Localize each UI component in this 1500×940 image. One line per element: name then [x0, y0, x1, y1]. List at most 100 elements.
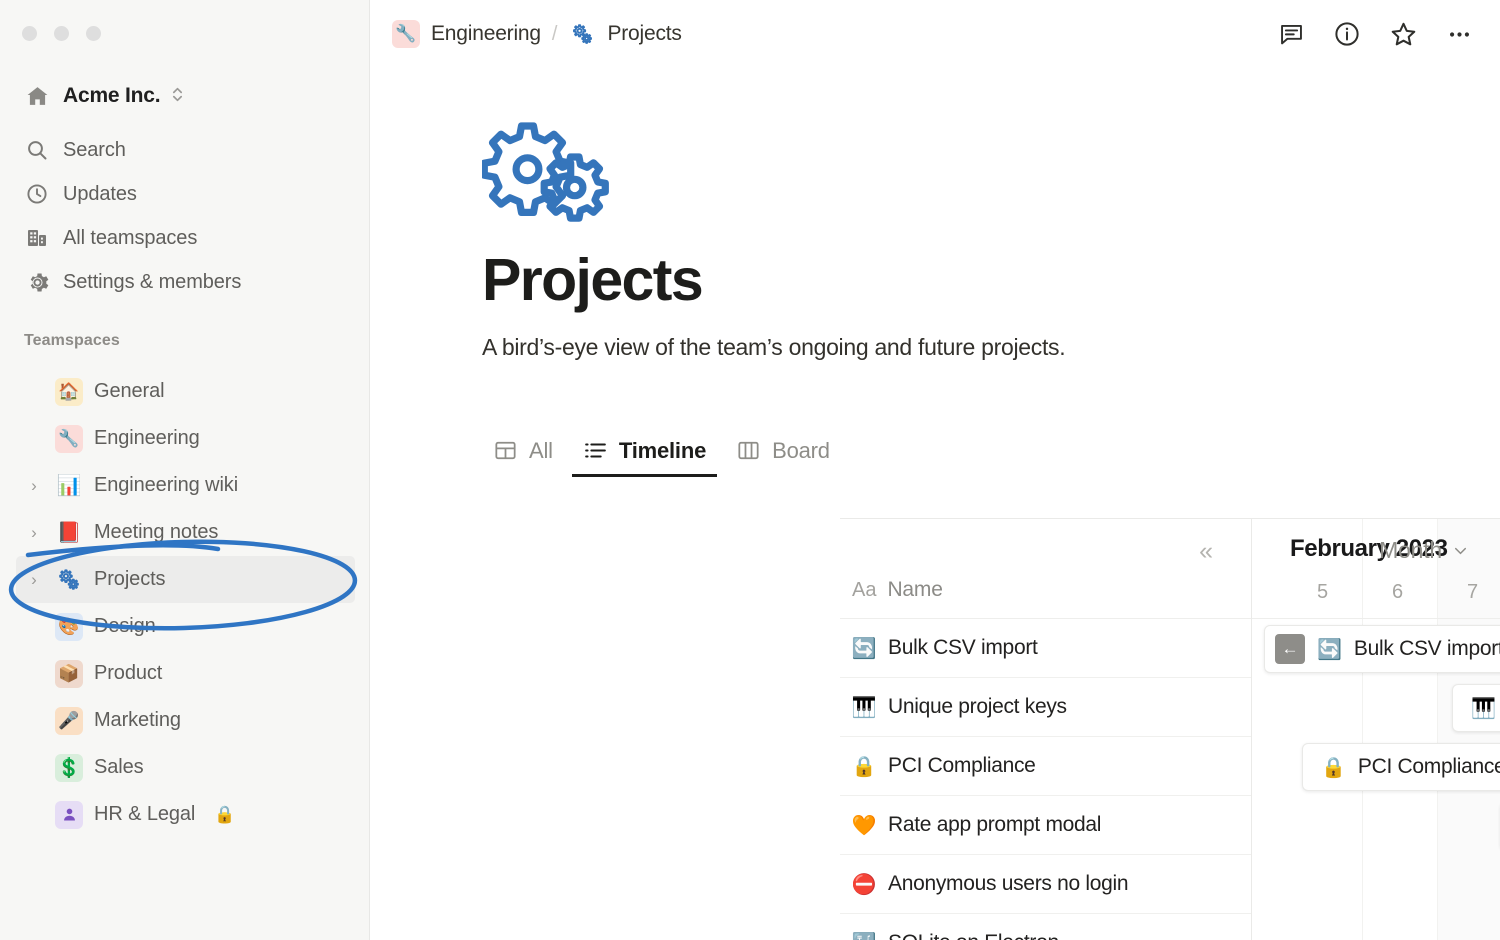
scale-selector[interactable]: Month: [1379, 537, 1470, 564]
arrow-left-icon[interactable]: ←: [1275, 634, 1305, 664]
lock-emoji-icon: 🔒: [1321, 756, 1346, 779]
row-name: Bulk CSV import: [888, 636, 1038, 659]
workspace-switcher[interactable]: Acme Inc.: [16, 76, 355, 116]
orange-heart-emoji-icon: 🧡: [851, 814, 877, 837]
sidebar-item-label: Updates: [63, 182, 137, 205]
sidebar-item-engineering-wiki[interactable]: › 📊 Engineering wiki: [16, 462, 355, 509]
home-icon: [24, 83, 50, 109]
timeline-bar[interactable]: 🔒 PCI Compliance Complete: [1302, 743, 1500, 791]
sidebar-item-label: All teamspaces: [63, 226, 198, 249]
name-column-header[interactable]: Aa Name: [840, 519, 1251, 619]
sidebar-item-hr-legal[interactable]: › HR & Legal 🔒: [16, 791, 355, 838]
chevron-right-icon[interactable]: ›: [24, 523, 44, 543]
person-emoji-icon: [55, 800, 83, 829]
sidebar-item-label: Marketing: [94, 709, 181, 731]
table-row[interactable]: 🎹 Unique project keys: [840, 678, 1251, 737]
day-label: 6: [1391, 581, 1404, 603]
chevron-down-icon: [1454, 547, 1467, 555]
sidebar-item-sales[interactable]: › 💲 Sales: [16, 744, 355, 791]
chevron-right-icon[interactable]: ›: [24, 570, 44, 590]
sidebar-item-label: Meeting notes: [94, 521, 219, 543]
table-row[interactable]: 🔄 Bulk CSV import: [840, 619, 1251, 678]
tab-label: Timeline: [618, 437, 707, 463]
row-name: Anonymous users no login: [888, 872, 1129, 895]
sidebar-item-design[interactable]: › 🎨 Design: [16, 603, 355, 650]
table-row[interactable]: 🔣 SQLite on Electron: [840, 914, 1251, 940]
row-name: Unique project keys: [888, 695, 1067, 718]
top-bar-actions: [1276, 19, 1474, 49]
wrench-emoji-icon: 🔧: [392, 20, 420, 48]
sidebar-item-all-teamspaces[interactable]: All teamspaces: [16, 216, 355, 260]
chevron-right-icon[interactable]: ›: [24, 476, 44, 496]
sidebar-item-general[interactable]: › 🏠 General: [16, 368, 355, 415]
day-label: 7: [1466, 581, 1479, 603]
sidebar-item-search[interactable]: Search: [16, 128, 355, 172]
lock-emoji-icon: 🔒: [851, 755, 877, 778]
gears-emoji-icon: [568, 20, 596, 48]
main-content: 🔧 Engineering / Projects Projects A bird…: [370, 0, 1500, 940]
tab-board[interactable]: Board: [725, 438, 841, 477]
sidebar-item-updates[interactable]: Updates: [16, 172, 355, 216]
dollar-emoji-icon: 💲: [55, 753, 83, 782]
page-description: A bird’s-eye view of the team’s ongoing …: [482, 333, 1066, 360]
musical-keyboard-emoji-icon: 🎹: [1471, 697, 1496, 720]
row-name: PCI Compliance: [888, 754, 1036, 777]
musical-keyboard-emoji-icon: 🎹: [851, 696, 877, 719]
no-entry-emoji-icon: ⛔: [851, 873, 877, 896]
books-emoji-icon: 📊: [56, 475, 82, 497]
notebook-emoji-icon: 📕: [56, 522, 82, 544]
minimize-button[interactable]: [54, 26, 69, 41]
gears-icon[interactable]: [480, 122, 1500, 224]
sidebar-item-projects[interactable]: › Projects: [16, 556, 355, 603]
comment-icon[interactable]: [1276, 19, 1306, 49]
board-icon: [736, 438, 761, 463]
palette-emoji-icon: 🎨: [55, 612, 83, 641]
teamspaces-list: › 🏠 General › 🔧 Engineering › 📊 Engineer…: [16, 368, 355, 838]
top-bar: 🔧 Engineering / Projects: [370, 0, 1500, 68]
breadcrumb-engineering[interactable]: 🔧 Engineering: [392, 20, 541, 48]
star-icon[interactable]: [1388, 19, 1418, 49]
sidebar-item-settings-members[interactable]: Settings & members: [16, 260, 355, 304]
teamspaces-section-label: Teamspaces: [24, 332, 120, 349]
sidebar-item-meeting-notes[interactable]: › 📕 Meeting notes: [16, 509, 355, 556]
table-row[interactable]: ⛔ Anonymous users no login: [840, 855, 1251, 914]
input-symbols-emoji-icon: 🔣: [852, 931, 877, 940]
info-icon[interactable]: [1332, 19, 1362, 49]
arrows-counterclockwise-emoji-icon: 🔄: [1317, 638, 1342, 661]
sidebar-item-label: Sales: [94, 756, 144, 778]
sidebar-item-product[interactable]: › 📦 Product: [16, 650, 355, 697]
timeline-icon: [583, 438, 608, 463]
name-column-label: Name: [887, 578, 943, 601]
window-traffic-lights: [22, 26, 101, 41]
bar-label: PCI Compliance: [1357, 755, 1500, 778]
package-emoji-icon: 📦: [55, 659, 83, 688]
sidebar: Acme Inc. Search Updates All teamspaces …: [0, 0, 370, 940]
table-row[interactable]: 🔒 PCI Compliance: [840, 737, 1251, 796]
maximize-button[interactable]: [86, 26, 101, 41]
sidebar-item-label: General: [94, 380, 165, 402]
text-type-icon: Aa: [852, 579, 877, 601]
collapse-panel-button[interactable]: «: [1199, 539, 1213, 564]
sidebar-item-label: Product: [94, 662, 163, 684]
timeline-bars: ← 🔄 Bulk CSV import Complete 🎹 Unique pr…: [1252, 619, 1500, 940]
sidebar-item-engineering[interactable]: › 🔧 Engineering: [16, 415, 355, 462]
page-title: Projects: [482, 247, 704, 313]
search-icon: [24, 137, 50, 163]
house-emoji-icon: 🏠: [55, 377, 83, 406]
table-row[interactable]: 🧡 Rate app prompt modal: [840, 796, 1251, 855]
timeline-view: « Aa Name 🔄 Bulk CSV import 🎹 Unique pro…: [840, 518, 1500, 940]
close-button[interactable]: [22, 26, 37, 41]
gear-icon: [24, 269, 50, 295]
more-icon[interactable]: [1444, 19, 1474, 49]
sidebar-item-marketing[interactable]: › 🎤 Marketing: [16, 697, 355, 744]
breadcrumb-projects[interactable]: Projects: [568, 20, 682, 48]
workspace-name: Acme Inc.: [63, 84, 161, 107]
timeline-name-column: « Aa Name 🔄 Bulk CSV import 🎹 Unique pro…: [840, 519, 1252, 940]
table-icon: [493, 438, 518, 463]
tab-all[interactable]: All: [482, 438, 564, 477]
tab-timeline[interactable]: Timeline: [571, 437, 718, 477]
timeline-bar[interactable]: 🎹 Unique project keys In flight: [1452, 684, 1500, 732]
chevron-updown-icon: [171, 85, 184, 107]
timeline-bar[interactable]: ← 🔄 Bulk CSV import Complete: [1264, 625, 1500, 673]
breadcrumb-label: Projects: [607, 22, 682, 45]
